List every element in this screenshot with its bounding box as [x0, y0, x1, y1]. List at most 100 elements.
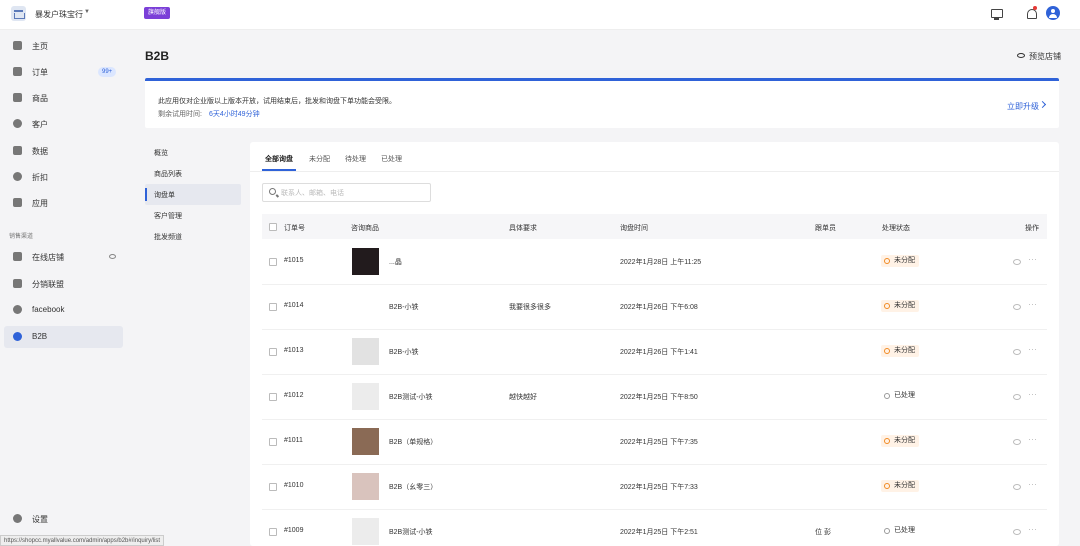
order-id[interactable]: #1009: [284, 527, 303, 534]
product-name[interactable]: B2B（幺零三）: [389, 482, 437, 492]
row-checkbox[interactable]: [269, 348, 277, 356]
order-id[interactable]: #1015: [284, 257, 303, 264]
eye-icon[interactable]: [1017, 53, 1025, 58]
row-checkbox[interactable]: [269, 393, 277, 401]
sidebar-item-facebook[interactable]: facebook: [4, 299, 123, 321]
product-name[interactable]: B2B测试-小铁: [389, 527, 433, 537]
monitor-icon[interactable]: [990, 7, 1004, 21]
facebook-icon: [13, 305, 22, 314]
eye-icon[interactable]: [1013, 529, 1021, 535]
more-icon[interactable]: ···: [1028, 434, 1037, 444]
tab-processed[interactable]: 已处理: [381, 154, 402, 164]
sidebar-item-b2b[interactable]: B2B: [4, 326, 123, 348]
table-row[interactable]: #1013 B2B-小铁 2022年1月26日 下午1:41 未分配 ···: [262, 330, 1047, 375]
order-id[interactable]: #1013: [284, 347, 303, 354]
more-icon[interactable]: ···: [1028, 344, 1037, 354]
inquiry-time: 2022年1月25日 下午7:35: [620, 439, 698, 446]
inquiry-time: 2022年1月25日 下午7:33: [620, 484, 698, 491]
table-row[interactable]: #1015 ...晶 2022年1月28日 上午11:25 未分配 ···: [262, 240, 1047, 285]
table-row[interactable]: #1010 B2B（幺零三） 2022年1月25日 下午7:33 未分配 ···: [262, 465, 1047, 510]
eye-icon[interactable]: [1013, 484, 1021, 490]
chevron-right-icon[interactable]: [1038, 100, 1047, 109]
row-checkbox[interactable]: [269, 438, 277, 446]
sidebar-item-discounts[interactable]: 折扣: [4, 166, 123, 188]
row-checkbox[interactable]: [269, 528, 277, 536]
more-icon[interactable]: ···: [1028, 389, 1037, 399]
order-id[interactable]: #1011: [284, 437, 303, 444]
sidebar-item-orders[interactable]: 订单 99+: [4, 61, 123, 83]
plan-badge: 旗舰版: [144, 7, 171, 19]
row-checkbox[interactable]: [269, 303, 277, 311]
product-thumbnail: [352, 518, 379, 545]
store-logo-icon[interactable]: [11, 6, 26, 21]
sidebar-item-online-store[interactable]: 在线店铺: [4, 246, 123, 268]
bell-icon[interactable]: [1025, 7, 1039, 21]
eye-icon[interactable]: [1013, 304, 1021, 310]
order-id[interactable]: #1010: [284, 482, 303, 489]
avatar[interactable]: [1046, 6, 1060, 20]
store-name[interactable]: 暴发户珠宝行: [35, 9, 83, 20]
row-checkbox[interactable]: [269, 258, 277, 266]
eye-icon[interactable]: [1013, 394, 1021, 400]
product-name[interactable]: ...晶: [389, 257, 402, 267]
more-icon[interactable]: ···: [1028, 299, 1037, 309]
product-thumbnail: [352, 248, 379, 275]
more-icon[interactable]: ···: [1028, 254, 1037, 264]
order-id[interactable]: #1012: [284, 392, 303, 399]
preview-store-link[interactable]: 预览店铺: [1029, 51, 1061, 62]
sales-channels-heading: 销售渠道: [9, 234, 34, 240]
sidebar-item-label: 折扣: [32, 173, 48, 182]
sidebar-item-label: 主页: [32, 42, 48, 51]
product-name[interactable]: B2B测试-小铁: [389, 392, 433, 402]
subnav-inquiries[interactable]: 询盘单: [145, 184, 241, 205]
status-badge: 未分配: [881, 480, 919, 492]
row-checkbox[interactable]: [269, 483, 277, 491]
status-badge: 未分配: [881, 300, 919, 312]
eye-icon[interactable]: [1013, 439, 1021, 445]
divider: [250, 171, 1059, 172]
search-input[interactable]: [281, 187, 421, 199]
table-row[interactable]: #1014 B2B-小铁 我要很多很多 2022年1月26日 下午6:08 未分配 ···: [262, 285, 1047, 330]
subnav-label: 概览: [154, 150, 168, 157]
sidebar-item-data[interactable]: 数据: [4, 140, 123, 162]
tab-unassigned[interactable]: 未分配: [309, 154, 330, 164]
subnav-label: 商品列表: [154, 171, 182, 178]
sidebar-item-label: 数据: [32, 147, 48, 156]
sidebar-item-affiliate[interactable]: 分销联盟: [4, 273, 123, 295]
subnav-customer-management[interactable]: 客户管理: [145, 205, 241, 226]
orders-count-badge: 99+: [98, 67, 117, 77]
upgrade-link[interactable]: 立即升级: [1007, 101, 1039, 112]
status-badge: 未分配: [881, 435, 919, 447]
table-row[interactable]: #1011 B2B（单规格） 2022年1月25日 下午7:35 未分配 ···: [262, 420, 1047, 465]
subnav-label: 客户管理: [154, 213, 182, 220]
eye-icon[interactable]: [1013, 259, 1021, 265]
product-name[interactable]: B2B-小铁: [389, 347, 419, 357]
subnav-product-list[interactable]: 商品列表: [145, 163, 241, 184]
sidebar-item-home[interactable]: 主页: [4, 35, 123, 57]
table-row[interactable]: #1009 B2B测试-小铁 2022年1月25日 下午2:51 位 彭 已处理 ···: [262, 510, 1047, 546]
order-id[interactable]: #1014: [284, 302, 303, 309]
more-icon[interactable]: ···: [1028, 479, 1037, 489]
product-name[interactable]: B2B（单规格）: [389, 437, 437, 447]
eye-icon[interactable]: [1013, 349, 1021, 355]
tab-pending[interactable]: 待处理: [345, 154, 366, 164]
tab-all-inquiries[interactable]: 全部询盘: [265, 154, 293, 164]
sidebar-item-apps[interactable]: 应用: [4, 192, 123, 214]
select-all-checkbox[interactable]: [269, 223, 277, 231]
more-icon[interactable]: ···: [1028, 524, 1037, 534]
search-icon: [269, 188, 276, 195]
sidebar-item-label: 设置: [32, 515, 48, 524]
product-name[interactable]: B2B-小铁: [389, 302, 419, 312]
subnav-overview[interactable]: 概览: [145, 142, 241, 163]
orders-icon: [13, 67, 22, 76]
eye-icon[interactable]: [109, 254, 116, 259]
subnav-wholesale-channel[interactable]: 批发频道: [145, 226, 241, 247]
column-header-order-id: 订单号: [284, 225, 305, 232]
sidebar-item-settings[interactable]: 设置: [4, 508, 123, 530]
chevron-down-icon[interactable]: ▼: [84, 9, 90, 15]
sidebar-item-label: B2B: [32, 332, 48, 341]
sidebar-item-customers[interactable]: 客户: [4, 113, 123, 135]
table-row[interactable]: #1012 B2B测试-小铁 越快越好 2022年1月25日 下午8:50 已处理 ···: [262, 375, 1047, 420]
search-box[interactable]: [262, 183, 431, 202]
sidebar-item-products[interactable]: 商品: [4, 87, 123, 109]
